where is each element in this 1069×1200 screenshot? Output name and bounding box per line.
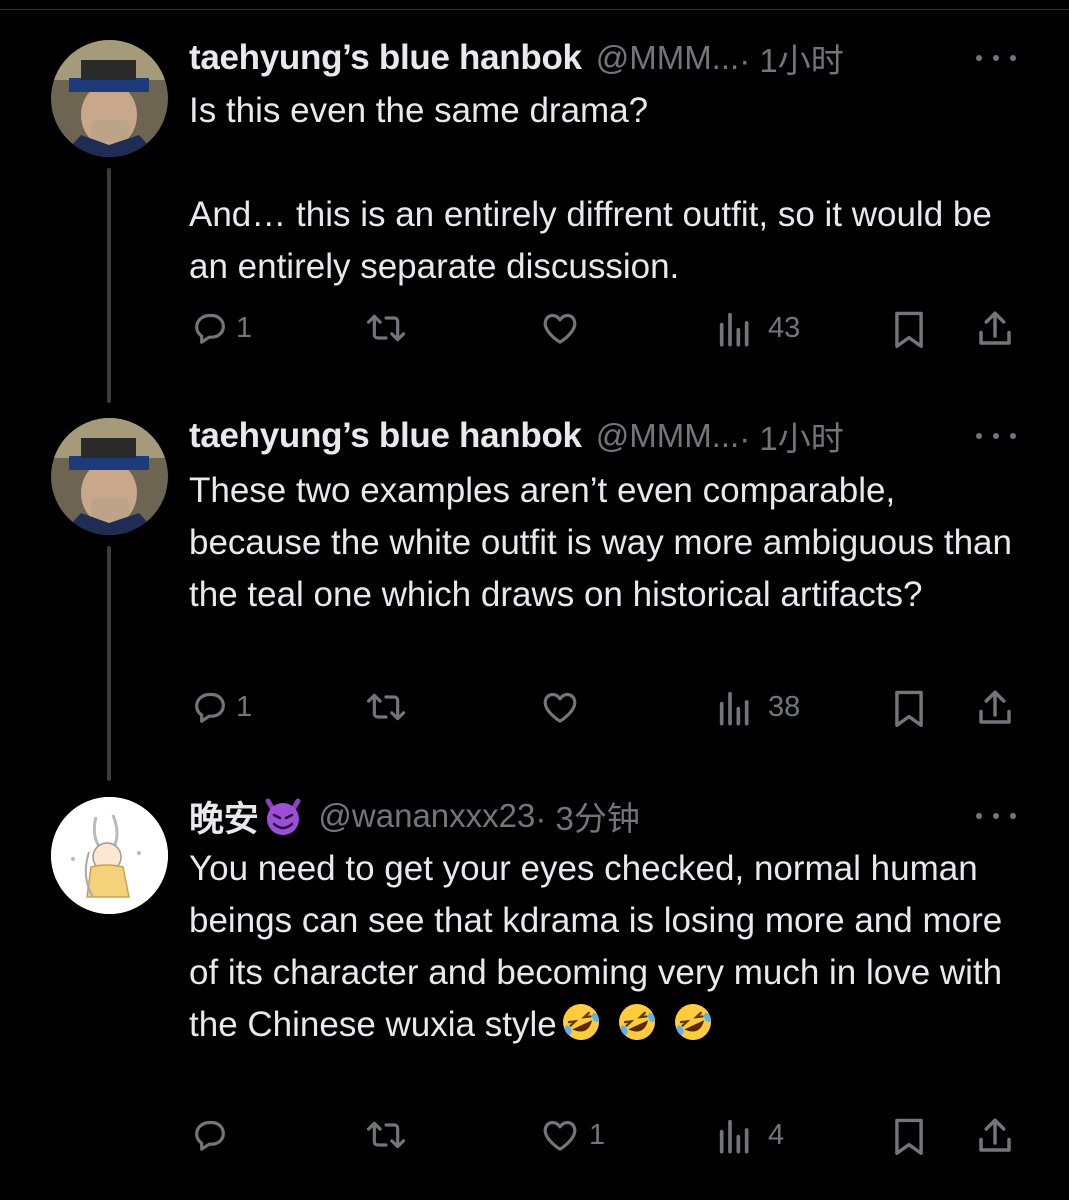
bookmark-icon <box>895 1118 923 1155</box>
share-icon <box>979 690 1011 724</box>
bookmark-button[interactable] <box>890 308 928 350</box>
views-icon <box>719 691 749 726</box>
user-handle[interactable]: @wananxxx23 <box>318 797 535 835</box>
display-name[interactable]: taehyung’s blue hanbok <box>189 416 582 456</box>
thread-line <box>107 168 111 403</box>
like-button[interactable]: 1 <box>539 1115 605 1155</box>
share-button[interactable] <box>974 1115 1016 1157</box>
timestamp[interactable]: · 3分钟 <box>535 792 640 840</box>
top-divider <box>0 9 1069 10</box>
views-count: 38 <box>768 690 801 723</box>
like-button[interactable] <box>539 308 581 348</box>
like-count: 1 <box>589 1118 606 1151</box>
views-button[interactable]: 4 <box>716 1115 784 1155</box>
share-button[interactable] <box>974 308 1016 350</box>
tweet-actions: 1 4 <box>0 1115 1069 1165</box>
reply-count: 1 <box>236 311 253 344</box>
views-icon <box>719 1119 749 1154</box>
reply-count: 1 <box>236 690 253 723</box>
more-icon[interactable] <box>976 426 1016 446</box>
smiling-imp-emoji <box>262 795 304 837</box>
avatar-wanan[interactable] <box>51 797 168 914</box>
timestamp[interactable]: · 1小时 <box>739 412 844 460</box>
tweet-header: taehyung’s blue hanbok @MMM... · 1小时 <box>189 416 844 457</box>
share-button[interactable] <box>974 687 1016 729</box>
tweet-actions: 1 43 <box>0 308 1069 358</box>
reply-button[interactable]: 1 <box>190 308 252 348</box>
tweet-header: 晚安 @wananxxx23 · 3分钟 <box>189 795 640 839</box>
tweet-header: taehyung’s blue hanbok @MMM... · 1小时 <box>189 38 844 79</box>
more-icon[interactable] <box>976 806 1016 826</box>
rofl-emoji <box>615 1000 659 1044</box>
share-icon <box>979 1118 1011 1152</box>
retweet-button[interactable] <box>364 308 408 348</box>
share-icon <box>979 311 1011 345</box>
retweet-icon <box>366 693 406 721</box>
rofl-emoji <box>559 1000 603 1044</box>
retweet-icon <box>366 314 406 342</box>
views-button[interactable]: 38 <box>716 687 800 727</box>
bookmark-button[interactable] <box>890 687 928 729</box>
more-icon[interactable] <box>976 48 1016 68</box>
retweet-button[interactable] <box>364 1115 408 1155</box>
avatar-taehyung[interactable] <box>51 40 168 157</box>
views-count: 43 <box>768 311 801 344</box>
bookmark-button[interactable] <box>890 1115 928 1157</box>
tweet-text: You need to get your eyes checked, norma… <box>189 843 1029 1051</box>
views-button[interactable]: 43 <box>716 308 800 348</box>
tweet-text: These two examples aren’t even comparabl… <box>189 471 1022 614</box>
retweet-icon <box>366 1121 406 1149</box>
reply-icon <box>195 313 225 344</box>
reply-icon <box>195 1120 225 1151</box>
reply-icon <box>195 692 225 723</box>
display-name[interactable]: taehyung’s blue hanbok <box>189 38 582 78</box>
retweet-button[interactable] <box>364 687 408 727</box>
views-count: 4 <box>768 1118 785 1151</box>
avatar-taehyung[interactable] <box>51 418 168 535</box>
tweet-text: Is this even the same drama? And… this i… <box>189 91 992 286</box>
like-icon <box>543 313 577 344</box>
bookmark-icon <box>895 690 923 727</box>
views-icon <box>719 312 749 347</box>
reply-button[interactable]: 1 <box>190 687 252 727</box>
like-button[interactable] <box>539 687 581 727</box>
reply-button[interactable] <box>190 1115 230 1155</box>
display-name[interactable]: 晚安 <box>189 791 259 842</box>
thread-line <box>107 546 111 781</box>
bookmark-icon <box>895 311 923 348</box>
rofl-emoji <box>671 1000 715 1044</box>
user-handle[interactable]: @MMM... <box>596 417 739 455</box>
tweet-actions: 1 38 <box>0 687 1069 737</box>
timestamp[interactable]: · 1小时 <box>739 34 844 82</box>
like-icon <box>543 1120 577 1151</box>
like-icon <box>543 692 577 723</box>
user-handle[interactable]: @MMM... <box>596 39 739 77</box>
